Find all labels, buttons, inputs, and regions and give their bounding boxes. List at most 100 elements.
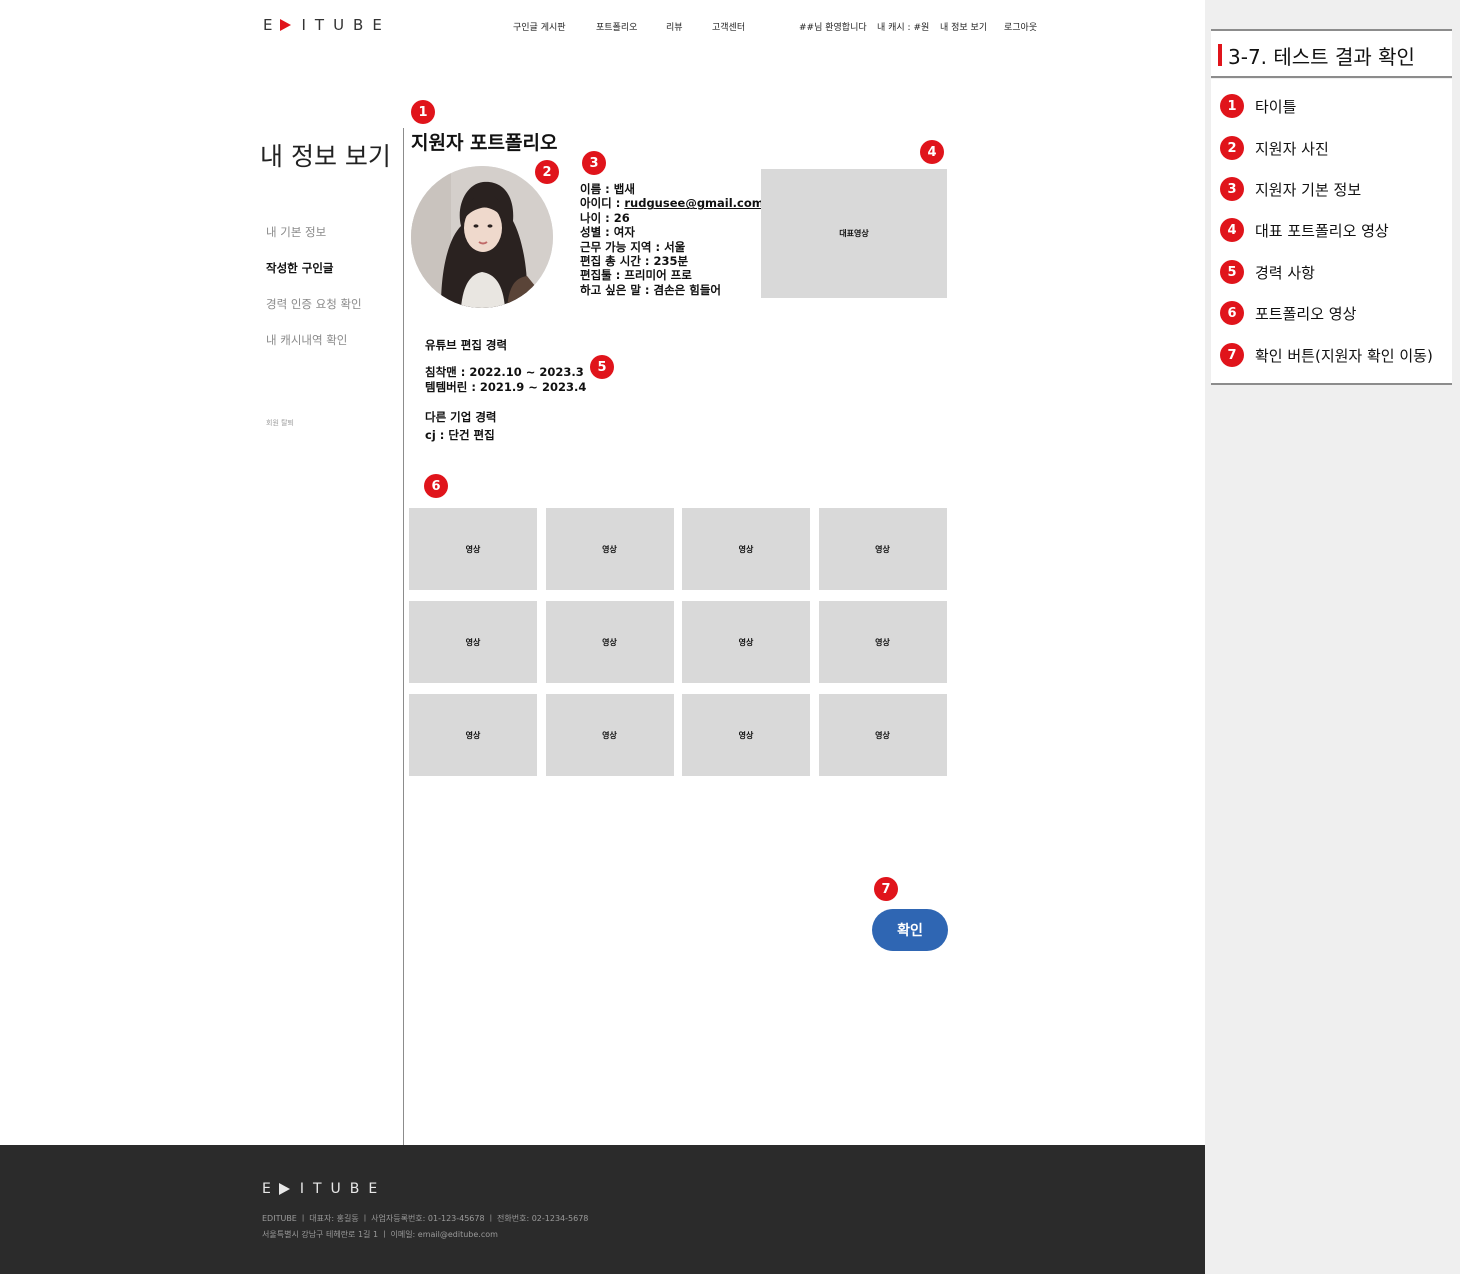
portrait-image — [411, 166, 553, 308]
info-region: 근무 가능 지역 : 서울 — [580, 239, 686, 254]
video-label: 영상 — [875, 637, 890, 647]
panel-item: 4 대표 포트폴리오 영상 — [1220, 218, 1389, 242]
cash-link[interactable]: 내 캐시 : #원 — [877, 20, 929, 33]
info-email-link[interactable]: rudgusee@gmail.com — [624, 196, 763, 210]
annotation-badge: 6 — [424, 474, 448, 498]
panel-item: 1 타이틀 — [1220, 94, 1296, 118]
portfolio-video-thumb[interactable]: 영상 — [545, 694, 674, 776]
logo-letter: E — [262, 1181, 280, 1197]
logo-text: ITUBE — [299, 1181, 387, 1197]
portfolio-video-thumb[interactable]: 영상 — [409, 601, 537, 683]
page-canvas: E ITUBE 구인글 게시판 포트폴리오 리뷰 고객센터 ##님 환영합니다 … — [0, 0, 1205, 1274]
logo-text: ITUBE — [301, 16, 391, 34]
panel-item-label: 지원자 사진 — [1255, 139, 1329, 158]
logout-link[interactable]: 로그아웃 — [1004, 20, 1037, 33]
youtube-career-heading: 유튜브 편집 경력 — [425, 338, 508, 352]
info-total-time: 편집 총 시간 : 235분 — [580, 254, 689, 269]
sidebar-item-cash-history[interactable]: 내 캐시내역 확인 — [266, 332, 347, 348]
info-gender: 성별 : 여자 — [580, 225, 635, 240]
main-portfolio-video[interactable]: 대표영상 — [761, 169, 947, 298]
panel-title-bar — [1218, 44, 1222, 66]
play-icon — [280, 19, 292, 31]
portfolio-video-thumb[interactable]: 영상 — [682, 694, 810, 776]
withdraw-link[interactable]: 회원 탈퇴 — [266, 418, 294, 428]
my-info-link[interactable]: 내 정보 보기 — [940, 20, 987, 33]
panel-title: 3-7. 테스트 결과 확인 — [1228, 45, 1415, 69]
portfolio-video-thumb[interactable]: 영상 — [818, 508, 947, 590]
video-label: 영상 — [738, 544, 754, 554]
play-icon — [278, 1183, 290, 1195]
video-label: 영상 — [875, 730, 890, 740]
annotation-badge: 4 — [920, 140, 944, 164]
panel-badge: 5 — [1220, 260, 1244, 284]
video-label: 영상 — [602, 730, 617, 740]
sidebar-item-basic-info[interactable]: 내 기본 정보 — [266, 224, 326, 240]
panel-badge: 6 — [1220, 301, 1244, 325]
info-id-label: 아이디 : — [580, 196, 625, 211]
other-career-item: cj : 단건 편집 — [425, 428, 495, 442]
annotation-badge: 1 — [411, 100, 435, 124]
footer-company-info: EDITUBE ㅣ 대표자: 홍길동 ㅣ 사업자등록번호: 01-123-456… — [262, 1214, 589, 1223]
portfolio-video-thumb[interactable]: 영상 — [682, 601, 810, 683]
panel-badge: 2 — [1220, 136, 1244, 160]
panel-item: 2 지원자 사진 — [1220, 136, 1329, 160]
panel-badge: 4 — [1220, 218, 1244, 242]
youtube-career-item: 템템버린 : 2021.9 ~ 2023.4 — [425, 380, 587, 394]
youtube-career-item: 침착맨 : 2022.10 ~ 2023.3 — [425, 365, 584, 379]
portfolio-video-thumb[interactable]: 영상 — [682, 508, 810, 590]
portfolio-video-thumb[interactable]: 영상 — [545, 601, 674, 683]
footer-logo: E ITUBE — [262, 1181, 386, 1197]
panel-item-label: 대표 포트폴리오 영상 — [1255, 221, 1389, 240]
panel-item-label: 경력 사항 — [1255, 263, 1315, 282]
video-label: 영상 — [465, 544, 481, 554]
panel-item-label: 타이틀 — [1255, 97, 1297, 116]
panel-item: 3 지원자 기본 정보 — [1220, 177, 1361, 201]
sidebar-item-my-posts[interactable]: 작성한 구인글 — [266, 260, 333, 276]
applicant-photo — [411, 166, 553, 308]
video-label: 영상 — [602, 637, 617, 647]
portfolio-video-thumb[interactable]: 영상 — [409, 508, 537, 590]
main-video-label: 대표영상 — [839, 229, 869, 238]
panel-item-label: 확인 버튼(지원자 확인 이동) — [1255, 346, 1433, 365]
portfolio-video-thumb[interactable]: 영상 — [545, 508, 674, 590]
video-label: 영상 — [465, 730, 481, 740]
logo-letter: E — [263, 16, 282, 34]
annotation-badge: 2 — [535, 160, 559, 184]
sidebar-item-career-requests[interactable]: 경력 인증 요청 확인 — [266, 296, 362, 312]
portfolio-video-thumb[interactable]: 영상 — [818, 694, 947, 776]
welcome-text: ##님 환영합니다 — [799, 23, 867, 33]
panel-rule — [1211, 383, 1452, 385]
nav-customer-center[interactable]: 고객센터 — [712, 20, 745, 33]
panel-badge: 1 — [1220, 94, 1244, 118]
nav-review[interactable]: 리뷰 — [666, 20, 683, 33]
panel-badge: 7 — [1220, 343, 1244, 367]
annotation-badge: 3 — [582, 151, 606, 175]
video-label: 영상 — [738, 730, 754, 740]
info-age: 나이 : 26 — [580, 210, 630, 225]
nav-job-board[interactable]: 구인글 게시판 — [513, 20, 566, 33]
panel-item: 6 포트폴리오 영상 — [1220, 301, 1356, 325]
other-career-heading: 다른 기업 경력 — [425, 410, 497, 424]
panel-badge: 3 — [1220, 177, 1244, 201]
panel-item: 7 확인 버튼(지원자 확인 이동) — [1220, 343, 1433, 367]
nav-portfolio[interactable]: 포트폴리오 — [596, 20, 637, 33]
confirm-button[interactable]: 확인 — [872, 909, 948, 951]
info-name: 이름 : 뱁새 — [580, 182, 635, 196]
panel-item: 5 경력 사항 — [1220, 260, 1315, 284]
header-logo[interactable]: E ITUBE — [263, 16, 391, 34]
portfolio-title: 지원자 포트폴리오 — [411, 132, 558, 154]
applicant-info: 이름 : 뱁새 아이디 : rudgusee@gmail.com 나이 : 26… — [580, 182, 764, 297]
video-label: 영상 — [738, 637, 754, 647]
footer-address: 서울특별시 강남구 테헤란로 1길 1 ㅣ 이메일: email@editube… — [262, 1230, 498, 1239]
portfolio-video-thumb[interactable]: 영상 — [409, 694, 537, 776]
page-heading: 내 정보 보기 — [260, 142, 391, 171]
panel-item-label: 지원자 기본 정보 — [1255, 180, 1362, 199]
portfolio-video-grid: 영상 영상 영상 영상 영상 영상 영상 영상 영상 영상 영상 영상 — [409, 508, 947, 776]
info-message: 하고 싶은 말 : 겸손은 힘들어 — [580, 282, 721, 297]
annotation-badge: 7 — [874, 877, 898, 901]
panel-item-label: 포트폴리오 영상 — [1255, 304, 1357, 323]
info-tool: 편집툴 : 프리미어 프로 — [580, 268, 692, 283]
annotation-badge: 5 — [590, 355, 614, 379]
portfolio-video-thumb[interactable]: 영상 — [818, 601, 947, 683]
video-label: 영상 — [875, 544, 890, 554]
